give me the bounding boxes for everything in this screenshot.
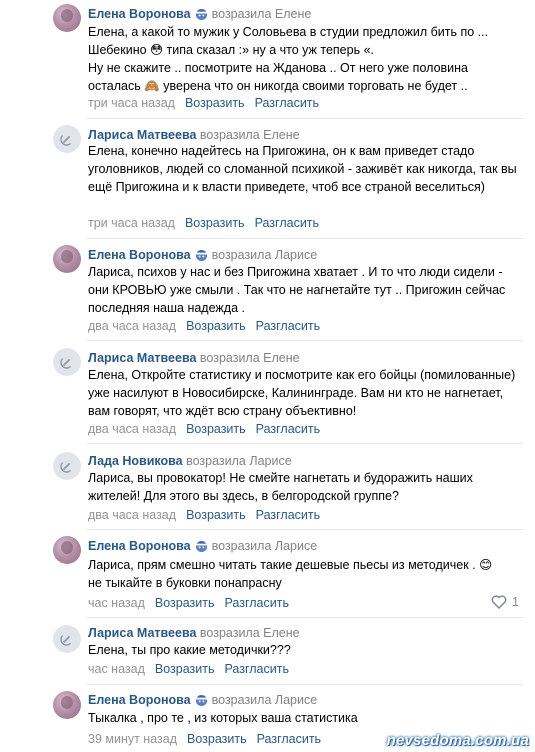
hammer-sickle-icon (60, 358, 71, 369)
comment-text: Лариса, прям смешно читать такие дешевые… (88, 558, 493, 590)
divider (87, 118, 523, 119)
comment-text: Елена, ты про какие методички??? (88, 643, 291, 657)
comment-text: Елена, а какой то мужик у Соловьева в ст… (88, 25, 489, 93)
site-watermark: nevsedoma.com.ua (386, 732, 529, 749)
comment-time[interactable]: два часа назад (88, 422, 176, 436)
comment-text: Елена, Откройте статистику и посмотрите … (88, 368, 516, 418)
comment-time[interactable]: час назад (88, 596, 145, 610)
reply-button[interactable]: Возразить (155, 596, 215, 610)
reply-button[interactable]: Возразить (155, 662, 215, 676)
comment-time[interactable]: два часа назад (88, 319, 176, 333)
disagree-button[interactable]: Разгласить (225, 662, 289, 676)
like-count: 1 (512, 595, 519, 609)
like-button[interactable]: 1 (491, 595, 519, 609)
reply-action: возразила (211, 693, 272, 707)
author-name[interactable]: Елена Воронова (88, 693, 191, 707)
divider (87, 340, 523, 341)
comment-time[interactable]: три часа назад (88, 96, 175, 110)
reply-button[interactable]: Возразить (186, 319, 246, 333)
reply-button[interactable]: Возразить (187, 732, 247, 746)
comment-text: Тыкалка , про те , из которых ваша стати… (88, 711, 358, 725)
disagree-button[interactable]: Разгласить (225, 596, 289, 610)
comment-text: Елена, конечно надейтесь на Пригожина, о… (88, 144, 517, 194)
author-name[interactable]: Лариса Матвеева (88, 128, 196, 142)
comment-time[interactable]: два часа назад (88, 508, 176, 522)
disagree-button[interactable]: Разгласить (256, 319, 320, 333)
divider (87, 443, 523, 444)
cap-badge-icon (195, 249, 207, 262)
hammer-sickle-icon (60, 635, 71, 646)
author-name[interactable]: Елена Воронова (88, 7, 191, 21)
reply-button[interactable]: Возразить (186, 508, 246, 522)
author-name[interactable]: Лариса Матвеева (88, 351, 196, 365)
reply-action: возразила (186, 454, 246, 468)
divider (87, 238, 523, 239)
comment-time[interactable]: час назад (88, 662, 145, 676)
author-name[interactable]: Лада Новикова (88, 454, 183, 468)
reply-action: возразила (199, 351, 260, 365)
disagree-button[interactable]: Разгласить (255, 216, 319, 230)
avatar[interactable] (53, 4, 81, 32)
reply-action: возразила (199, 626, 260, 640)
reply-button[interactable]: Возразить (186, 422, 246, 436)
cap-badge-icon (195, 8, 207, 21)
comment-time[interactable]: 39 минут назад (88, 732, 177, 746)
disagree-button[interactable]: Разгласить (255, 96, 319, 110)
divider (87, 529, 523, 530)
avatar[interactable] (53, 245, 81, 273)
hammer-sickle-icon (60, 462, 71, 473)
reply-action: возразила (199, 128, 260, 142)
author-name[interactable]: Елена Воронова (88, 248, 191, 262)
heart-icon (491, 595, 507, 609)
disagree-button[interactable]: Разгласить (256, 422, 320, 436)
comment-text: Лариса, вы провокатор! Не смейте нагнета… (88, 471, 473, 503)
reply-target[interactable]: Ларисе (275, 248, 317, 262)
disagree-button[interactable]: Разгласить (257, 732, 321, 746)
avatar[interactable] (53, 691, 81, 719)
reply-target[interactable]: Елене (263, 626, 299, 640)
avatar[interactable] (53, 452, 81, 480)
reply-target[interactable]: Елене (263, 351, 299, 365)
hammer-sickle-icon (60, 135, 71, 146)
reply-target[interactable]: Ларисе (275, 693, 317, 707)
reply-action: возразила (211, 7, 272, 21)
reply-target[interactable]: Ларисе (275, 539, 317, 553)
reply-action: возразила (211, 539, 272, 553)
comment-text: Лариса, психов у нас и без Пригожина хва… (88, 265, 506, 315)
divider (87, 617, 523, 618)
reply-button[interactable]: Возразить (185, 216, 245, 230)
reply-action: возразила (211, 248, 272, 262)
avatar[interactable] (53, 536, 81, 564)
cap-badge-icon (195, 694, 207, 707)
reply-target[interactable]: Елене (263, 128, 299, 142)
avatar[interactable] (53, 348, 81, 376)
divider (87, 684, 523, 685)
author-name[interactable]: Лариса Матвеева (88, 626, 196, 640)
reply-target[interactable]: Елене (275, 7, 311, 21)
author-name[interactable]: Елена Воронова (88, 539, 191, 553)
reply-target[interactable]: Ларисе (249, 454, 291, 468)
cap-badge-icon (195, 540, 207, 553)
avatar[interactable] (53, 125, 81, 153)
comment-time[interactable]: три часа назад (88, 216, 175, 230)
avatar[interactable] (53, 625, 81, 653)
disagree-button[interactable]: Разгласить (256, 508, 320, 522)
reply-button[interactable]: Возразить (185, 96, 245, 110)
